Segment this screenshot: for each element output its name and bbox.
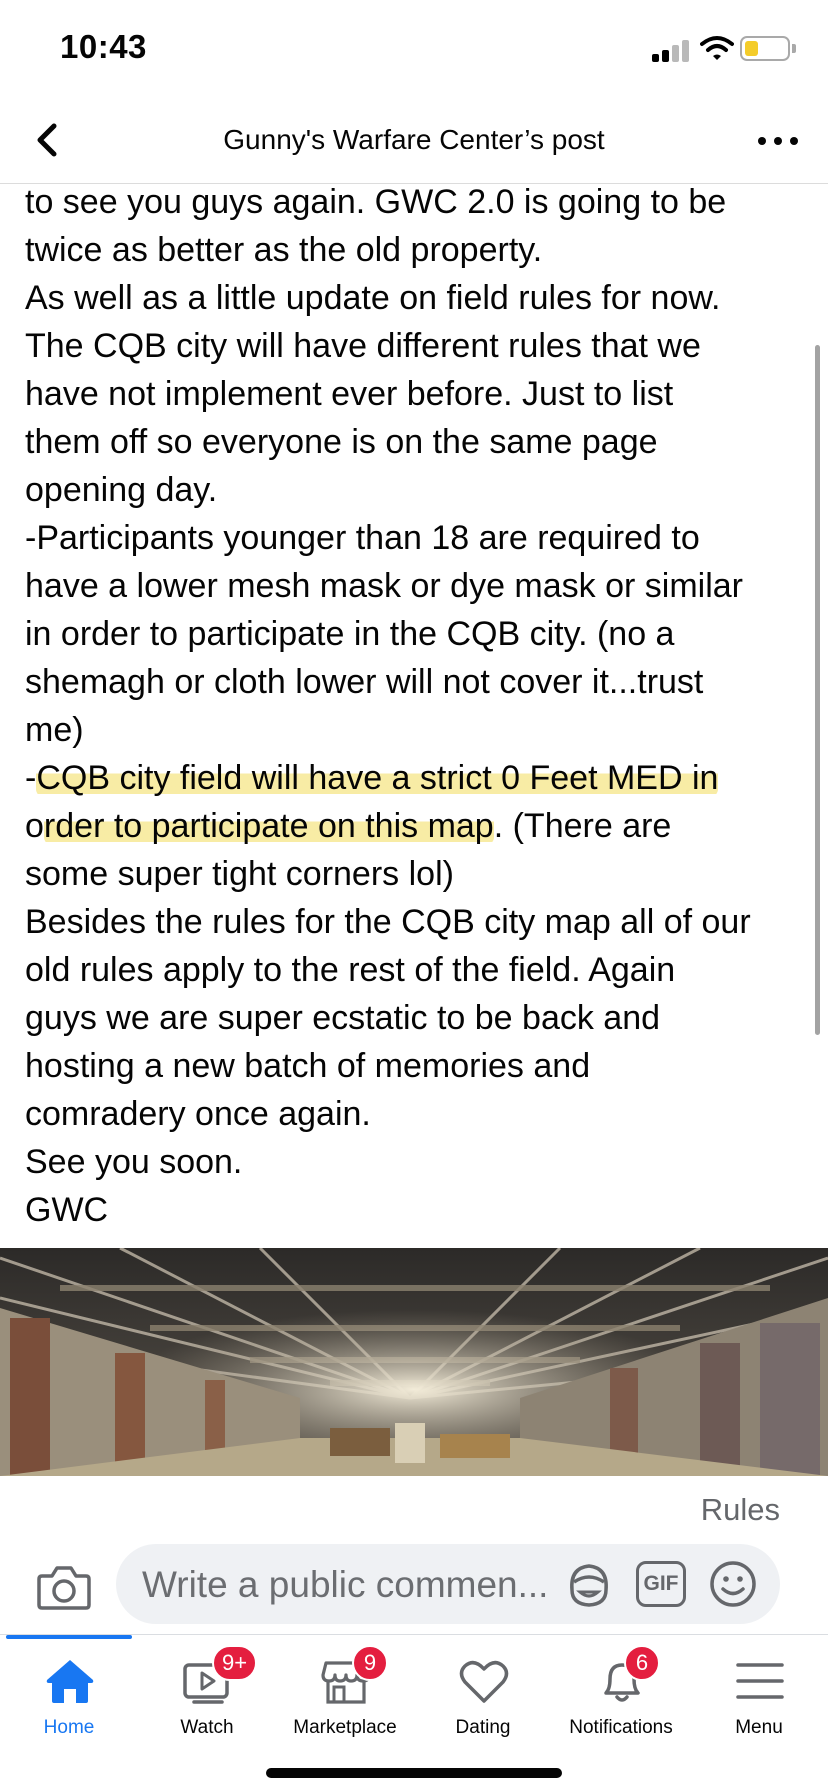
post-line: to see you guys again. GWC 2.0 is going … bbox=[25, 183, 727, 221]
marketplace-badge: 9 bbox=[352, 1645, 388, 1681]
battery-tip bbox=[792, 44, 796, 53]
heart-icon bbox=[459, 1660, 509, 1703]
barn-photo-illustration bbox=[0, 1248, 828, 1476]
line-prefix: o bbox=[25, 807, 44, 845]
gif-button[interactable]: GIF bbox=[636, 1561, 686, 1607]
comment-placeholder: Write a public commen... bbox=[142, 1564, 549, 1605]
wifi-icon bbox=[700, 36, 734, 60]
tab-label: Menu bbox=[735, 1717, 783, 1738]
post-line: some super tight corners lol) bbox=[25, 855, 454, 893]
notifications-badge: 6 bbox=[624, 1645, 660, 1681]
more-dots-icon[interactable] bbox=[754, 122, 802, 158]
post-line: See you soon. bbox=[25, 1143, 243, 1181]
tab-menu[interactable]: Menu bbox=[690, 1635, 828, 1745]
battery-icon bbox=[740, 36, 790, 61]
post-line: -Participants younger than 18 are requir… bbox=[25, 519, 700, 557]
highlighted-text: rder to participate on this map bbox=[43, 807, 494, 845]
page-title: Gunny's Warfare Center’s post bbox=[223, 124, 605, 155]
post-line: The CQB city will have different rules t… bbox=[25, 327, 701, 365]
post-line: GWC bbox=[25, 1191, 109, 1229]
post-line: have not implement ever before. Just to … bbox=[25, 375, 674, 413]
post-header: Gunny's Warfare Center’s post bbox=[0, 100, 828, 184]
post-line: twice as better as the old property. bbox=[25, 231, 543, 269]
comment-bar: Write a public commen... GIF bbox=[0, 1540, 828, 1634]
tab-marketplace[interactable]: 9 Marketplace bbox=[276, 1635, 414, 1745]
emoji-icon[interactable] bbox=[708, 1559, 758, 1609]
tab-label: Dating bbox=[455, 1717, 511, 1738]
post-line: old rules apply to the rest of the field… bbox=[25, 951, 676, 989]
watch-badge: 9+ bbox=[212, 1645, 258, 1681]
scrollbar[interactable] bbox=[815, 345, 820, 1035]
status-bar: 10:43 bbox=[0, 0, 828, 100]
highlighted-text: CQB city field will have a strict 0 Feet… bbox=[36, 759, 719, 797]
cellular-signal-icon bbox=[652, 38, 690, 62]
chevron-left-icon[interactable] bbox=[26, 118, 70, 162]
home-indicator[interactable] bbox=[266, 1768, 562, 1778]
post-line: have a lower mesh mask or dye mask or si… bbox=[25, 567, 744, 605]
tab-home[interactable]: Home bbox=[0, 1635, 138, 1745]
tab-label: Home bbox=[43, 1717, 95, 1738]
post-line: me) bbox=[25, 711, 84, 749]
tab-dating[interactable]: Dating bbox=[414, 1635, 552, 1745]
post-line: shemagh or cloth lower will not cover it… bbox=[25, 663, 704, 701]
home-icon bbox=[46, 1660, 94, 1703]
line-prefix: - bbox=[25, 759, 37, 797]
tab-notifications[interactable]: 6 Notifications bbox=[552, 1635, 690, 1745]
post-line: hosting a new batch of memories and bbox=[25, 1047, 591, 1085]
rules-label[interactable]: Rules bbox=[701, 1492, 780, 1528]
post-text: to see you guys again. GWC 2.0 is going … bbox=[25, 178, 805, 1234]
tab-label: Notifications bbox=[569, 1717, 673, 1738]
post-line: in order to participate in the CQB city.… bbox=[25, 615, 675, 653]
post-photo[interactable] bbox=[0, 1248, 828, 1476]
tab-watch[interactable]: 9+ Watch bbox=[138, 1635, 276, 1745]
post-line: As well as a little update on field rule… bbox=[25, 279, 721, 317]
line-suffix: . (There are bbox=[493, 807, 672, 845]
highlighted-line: order to participate on this map. (There… bbox=[25, 802, 805, 850]
tab-label: Marketplace bbox=[293, 1717, 397, 1738]
status-time: 10:43 bbox=[60, 28, 147, 65]
post-line: Besides the rules for the CQB city map a… bbox=[25, 903, 751, 941]
post-line: comradery once again. bbox=[25, 1095, 371, 1133]
post-line: opening day. bbox=[25, 471, 218, 509]
menu-icon bbox=[736, 1663, 784, 1699]
avatar-sticker-icon[interactable] bbox=[564, 1560, 614, 1610]
tab-label: Watch bbox=[180, 1717, 234, 1738]
highlighted-line: -CQB city field will have a strict 0 Fee… bbox=[25, 754, 805, 802]
comment-input[interactable]: Write a public commen... GIF bbox=[116, 1544, 780, 1624]
post-line: guys we are super ecstatic to be back an… bbox=[25, 999, 661, 1037]
camera-icon[interactable] bbox=[36, 1562, 92, 1612]
post-line: them off so everyone is on the same page bbox=[25, 423, 658, 461]
